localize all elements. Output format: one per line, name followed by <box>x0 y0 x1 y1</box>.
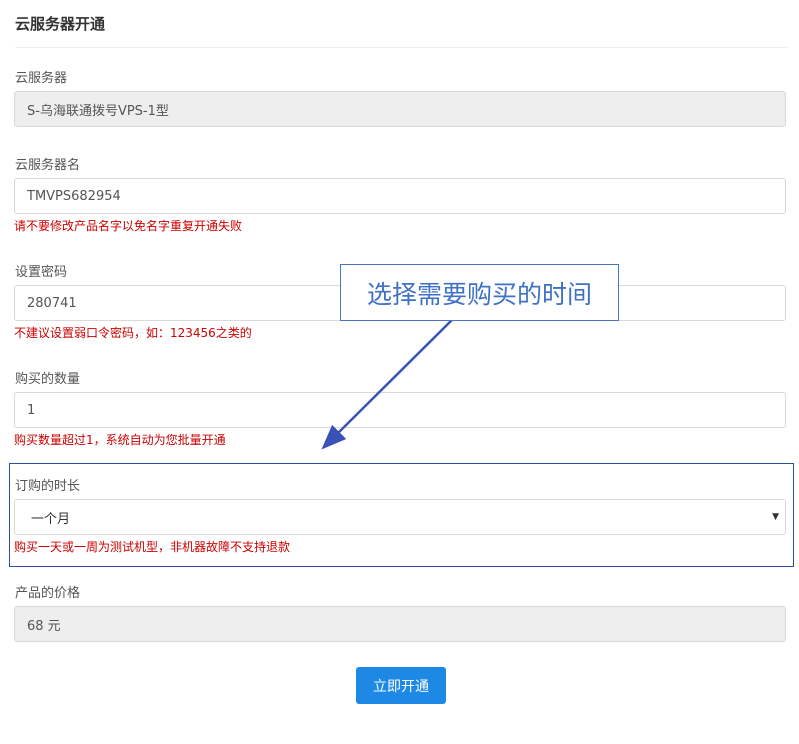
title-divider <box>15 47 788 48</box>
page-title: 云服务器开通 <box>15 15 106 33</box>
dropdown-caret-icon: ▼ <box>772 512 779 522</box>
quantity-hint: 购买数量超过1，系统自动为您批量开通 <box>14 433 226 447</box>
price-field: 68 元 <box>14 606 786 642</box>
duration-selected-value: 一个月 <box>31 511 71 527</box>
annotation-callout: 选择需要购买的时间 <box>340 264 619 321</box>
duration-select[interactable]: 一个月 ▼ <box>14 499 786 535</box>
password-label: 设置密码 <box>15 265 68 280</box>
quantity-input[interactable] <box>14 392 786 428</box>
duration-hint: 购买一天或一周为测试机型，非机器故障不支持退款 <box>14 540 291 554</box>
server-value: S-乌海联通拨号VPS-1型 <box>27 103 169 119</box>
price-label: 产品的价格 <box>15 586 81 601</box>
server-name-hint: 请不要修改产品名字以免名字重复开通失败 <box>14 219 243 233</box>
submit-button[interactable]: 立即开通 <box>356 667 446 704</box>
server-label: 云服务器 <box>15 71 68 86</box>
duration-label: 订购的时长 <box>15 479 81 494</box>
server-field: S-乌海联通拨号VPS-1型 <box>14 91 786 127</box>
price-value: 68 元 <box>27 618 61 634</box>
quantity-label: 购买的数量 <box>15 372 81 387</box>
server-name-label: 云服务器名 <box>15 158 81 173</box>
server-name-input[interactable] <box>14 178 786 214</box>
password-hint: 不建议设置弱口令密码，如：123456之类的 <box>14 326 252 340</box>
